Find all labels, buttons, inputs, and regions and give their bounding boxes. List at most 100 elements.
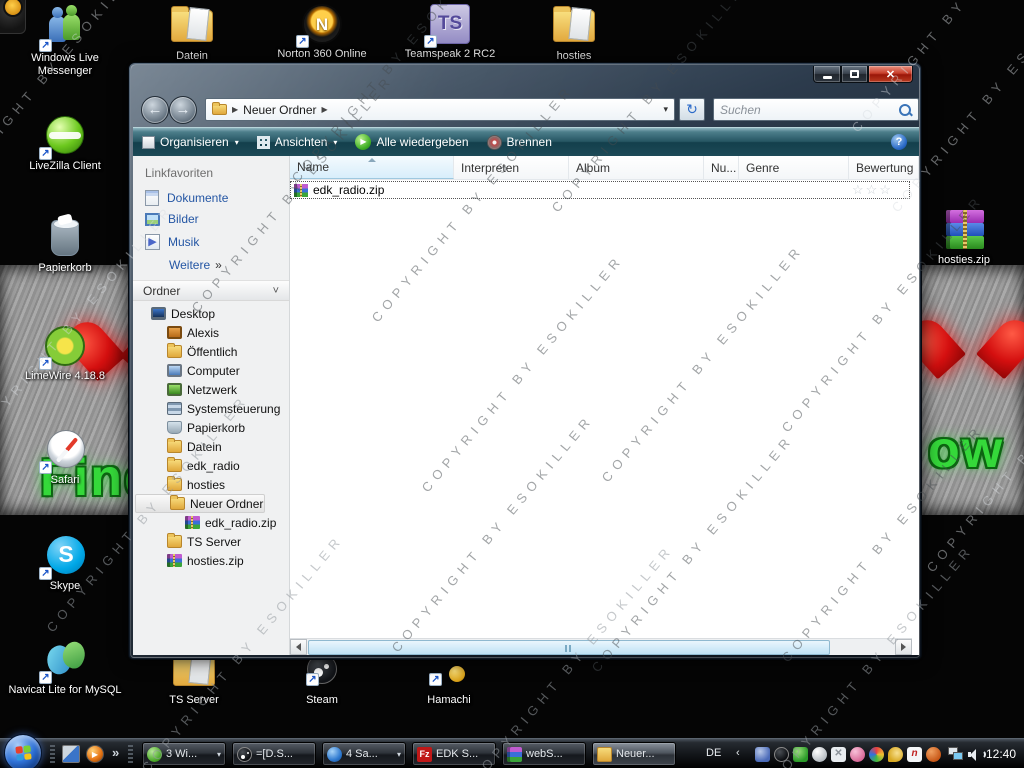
- task-button-filezilla[interactable]: Fz EDK S...: [412, 742, 496, 766]
- breadcrumb-arrow-icon[interactable]: ▶: [322, 105, 328, 114]
- column-bewertung[interactable]: Bewertung: [849, 156, 919, 179]
- column-label: Album: [576, 160, 611, 175]
- task-button-browser-group[interactable]: 4 Sa... ▾: [322, 742, 406, 766]
- quicklaunch-grip[interactable]: [50, 745, 55, 763]
- tray-close-x-icon[interactable]: ✕: [831, 747, 846, 762]
- column-genre[interactable]: Genre: [739, 156, 849, 179]
- forward-button[interactable]: →: [169, 96, 197, 124]
- scroll-right-button[interactable]: [895, 639, 912, 655]
- desktop-icon-teamspeak[interactable]: TS ↗ Teamspeak 2 RC2: [403, 2, 497, 61]
- tree-item-oeffentlich[interactable]: Öffentlich: [133, 342, 289, 361]
- tray-messenger-icon[interactable]: [755, 747, 770, 762]
- tree-item-systemsteuerung[interactable]: Systemsteuerung: [133, 399, 289, 418]
- organize-icon: [142, 135, 155, 149]
- shortcut-arrow-icon: ↗: [39, 39, 52, 52]
- refresh-button[interactable]: ↻: [679, 98, 705, 121]
- breadcrumb[interactable]: Neuer Ordner: [243, 103, 316, 117]
- tree-label: hosties: [187, 477, 226, 492]
- tree-item-ts-server[interactable]: TS Server: [133, 532, 289, 551]
- desktop-icon-datein[interactable]: Datein: [145, 4, 239, 63]
- close-button[interactable]: ✕: [868, 66, 913, 83]
- tray-gmx-icon[interactable]: [850, 747, 865, 762]
- desktop-icon-norton[interactable]: N ↗ Norton 360 Online: [275, 2, 369, 61]
- task-button-windows-group[interactable]: 3 Wi... ▾: [142, 742, 226, 766]
- messenger-icon: [147, 746, 162, 762]
- desktop-icon-skype[interactable]: S ↗ Skype: [18, 534, 112, 593]
- group-dropdown-icon[interactable]: ▾: [397, 750, 401, 759]
- desktop-icon-safari[interactable]: ↗ Safari: [18, 428, 112, 487]
- favorite-dokumente[interactable]: Dokumente: [145, 190, 228, 206]
- favorite-weitere[interactable]: Weitere »: [169, 258, 222, 272]
- views-button[interactable]: Ansichten ▾: [248, 131, 347, 153]
- start-button[interactable]: [4, 734, 42, 768]
- tree-item-edk-radio[interactable]: edk_radio: [133, 456, 289, 475]
- language-indicator[interactable]: DE: [706, 747, 721, 759]
- column-interpreten[interactable]: Interpreten: [454, 156, 569, 179]
- tree-item-hosties[interactable]: hosties: [133, 475, 289, 494]
- tray-orange-icon[interactable]: [926, 747, 941, 762]
- organize-button[interactable]: Organisieren ▾: [133, 131, 248, 153]
- favorite-label: Dokumente: [167, 191, 229, 205]
- tree-item-edk-radio-zip[interactable]: edk_radio.zip: [133, 513, 289, 532]
- taskband-grip[interactable]: [128, 745, 133, 763]
- minimize-button[interactable]: [813, 66, 841, 83]
- tray-collapse-icon[interactable]: ‹: [736, 747, 740, 759]
- scroll-left-button[interactable]: [290, 639, 307, 655]
- network-tray-icon[interactable]: [948, 747, 964, 761]
- desktop-icon-windows-live-messenger[interactable]: ↗ Windows Live Messenger: [18, 5, 112, 78]
- winrar-archive-icon: [294, 183, 308, 197]
- tray-steam-icon[interactable]: [774, 747, 789, 762]
- navigation-bar: ← → ▶ Neuer Ordner ▶ ▾ ↻: [133, 93, 919, 127]
- address-bar[interactable]: ▶ Neuer Ordner ▶ ▾: [205, 98, 675, 121]
- desktop-icon-limewire[interactable]: ↗ LimeWire 4.18.8: [18, 324, 112, 383]
- tree-item-alexis[interactable]: Alexis: [133, 323, 289, 342]
- tree-item-desktop[interactable]: Desktop: [133, 304, 289, 323]
- desktop-icon-papierkorb[interactable]: Papierkorb: [18, 216, 112, 275]
- desktop-icon-hosties-zip[interactable]: hosties.zip: [917, 208, 1011, 267]
- column-nummer[interactable]: Nu...: [704, 156, 739, 179]
- back-button[interactable]: ←: [141, 96, 169, 124]
- column-album[interactable]: Album: [569, 156, 704, 179]
- group-dropdown-icon[interactable]: ▾: [217, 750, 221, 759]
- task-button-winrar[interactable]: webS...: [502, 742, 586, 766]
- tree-item-datein[interactable]: Datein: [133, 437, 289, 456]
- tree-item-netzwerk[interactable]: Netzwerk: [133, 380, 289, 399]
- tray-browser-swirl-icon[interactable]: [869, 747, 884, 762]
- tree-label: Netzwerk: [187, 382, 238, 397]
- volume-tray-icon[interactable]: [968, 748, 986, 761]
- play-all-button[interactable]: ▶ Alle wiedergeben: [346, 131, 477, 153]
- folder-icon: [167, 533, 182, 548]
- desktop-icon-navicat[interactable]: ↗ Navicat Lite for MySQL: [5, 638, 125, 697]
- tree-item-neuer-ordner[interactable]: Neuer Ordner: [135, 494, 265, 513]
- favorite-bilder[interactable]: Bilder: [145, 212, 199, 226]
- desktop-icon-livezilla[interactable]: ↗ LiveZilla Client: [18, 114, 112, 173]
- task-button-neuer-ordner[interactable]: Neuer...: [592, 742, 676, 766]
- tray-moon-icon[interactable]: [888, 747, 903, 762]
- tray-sphere-icon[interactable]: [812, 747, 827, 762]
- scrollbar-thumb[interactable]: [308, 640, 830, 655]
- tree-item-computer[interactable]: Computer: [133, 361, 289, 380]
- tree-item-hosties-zip[interactable]: hosties.zip: [133, 551, 289, 570]
- tray-icq-icon[interactable]: [793, 747, 808, 762]
- burn-button[interactable]: Brennen: [478, 131, 561, 153]
- shortcut-arrow-icon: ↗: [296, 35, 309, 48]
- maximize-button[interactable]: [841, 66, 868, 83]
- tree-item-papierkorb[interactable]: Papierkorb: [133, 418, 289, 437]
- show-desktop-button[interactable]: [62, 745, 80, 763]
- search-icon[interactable]: [897, 102, 913, 118]
- taskbar-clock[interactable]: 12:40: [986, 747, 1016, 761]
- address-dropdown-icon[interactable]: ▾: [663, 104, 668, 115]
- folders-band[interactable]: Ordner ˅: [133, 280, 289, 301]
- scrollbar-track[interactable]: [830, 639, 895, 655]
- column-name[interactable]: Name: [290, 156, 454, 179]
- desktop-icon-label: Steam: [306, 694, 338, 706]
- favorite-musik[interactable]: ▶ Musik: [145, 234, 199, 250]
- file-row-edk-radio-zip[interactable]: edk_radio.zip ☆☆☆: [290, 181, 910, 199]
- search-input[interactable]: [714, 102, 897, 117]
- task-button-steam[interactable]: =[D.S...: [232, 742, 316, 766]
- media-player-button[interactable]: ▶: [86, 745, 104, 763]
- desktop-icon-hosties[interactable]: hosties: [527, 4, 621, 63]
- quicklaunch-overflow-button[interactable]: »: [112, 745, 119, 760]
- tray-notes-icon[interactable]: n: [907, 747, 922, 762]
- help-button[interactable]: ?: [891, 134, 907, 150]
